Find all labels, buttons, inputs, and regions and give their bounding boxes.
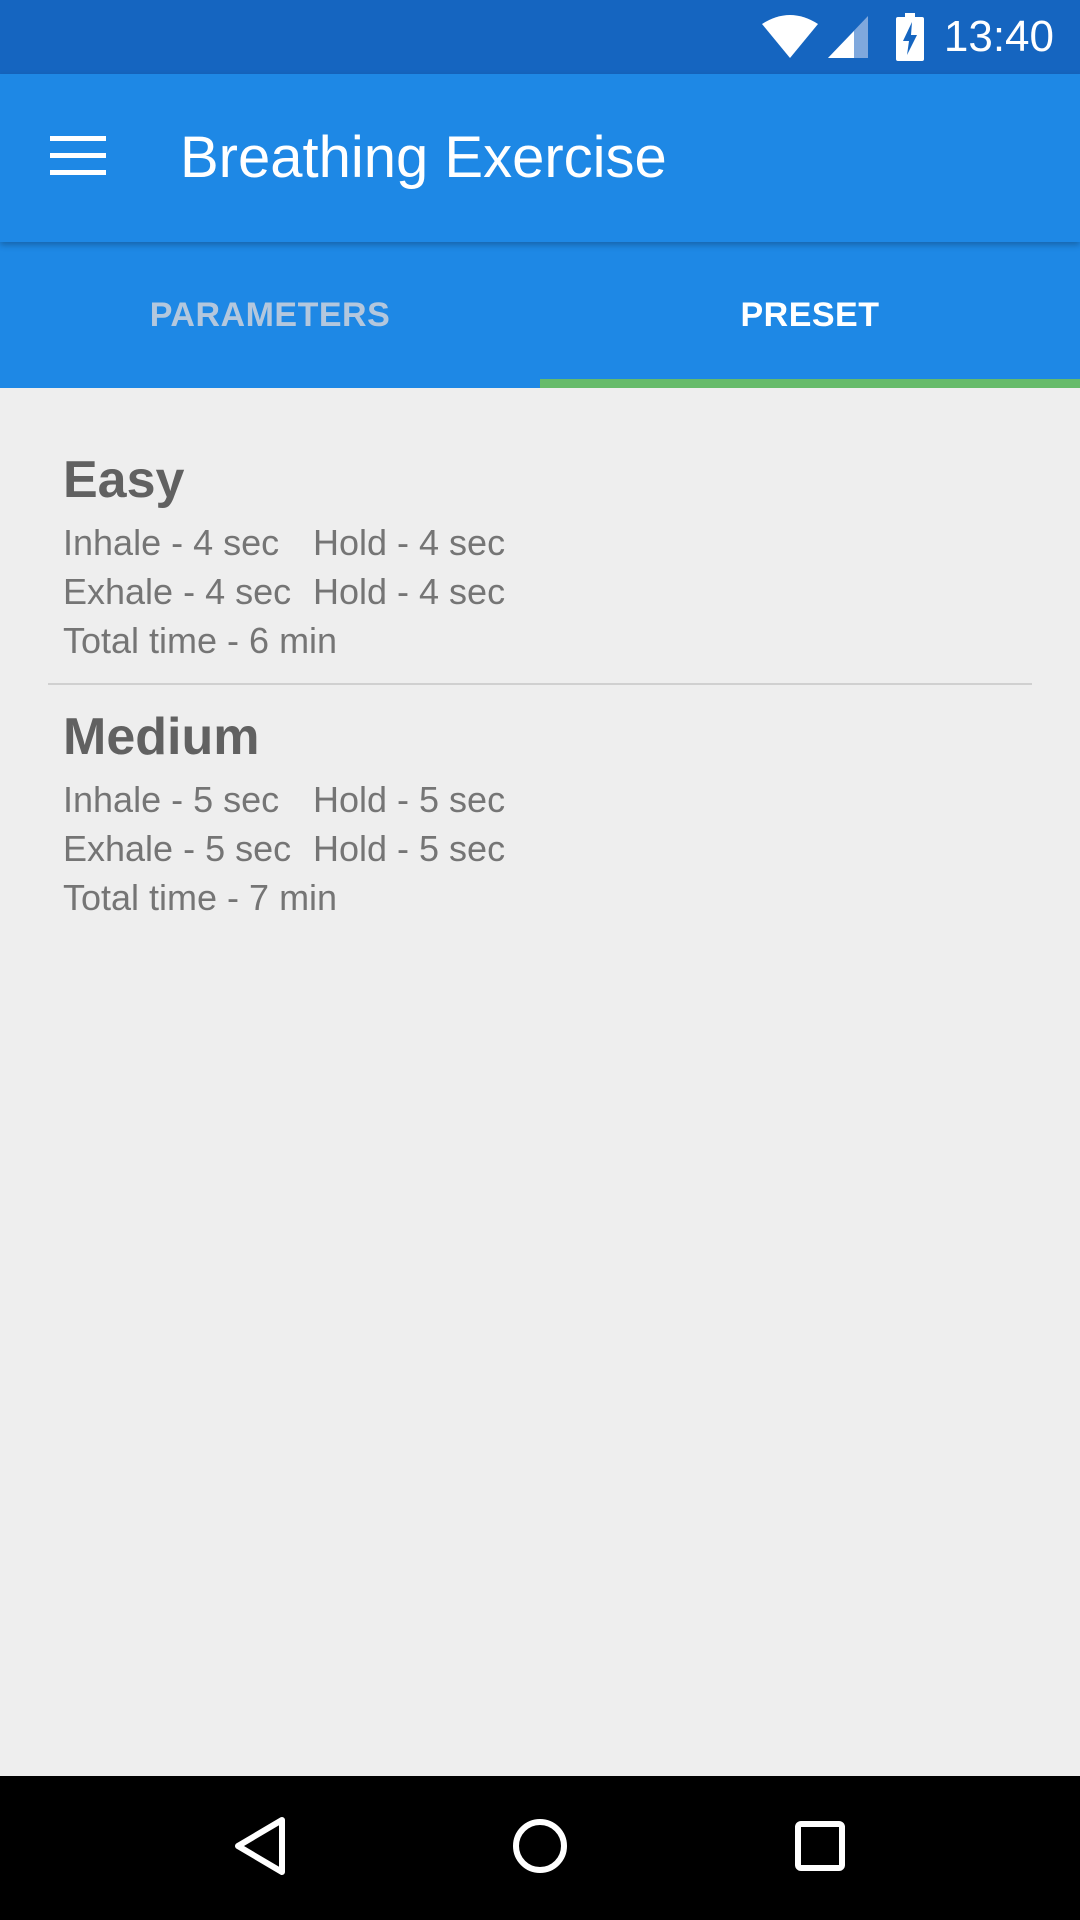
preset-row-inhale: Inhale - 5 sec Hold - 5 sec [63,775,1032,824]
wifi-icon [760,14,820,60]
preset-list: Easy Inhale - 4 sec Hold - 4 sec Exhale … [48,436,1032,940]
preset-content: Easy Inhale - 4 sec Hold - 4 sec Exhale … [0,388,1080,1776]
exhale-value: Exhale - 5 sec [63,828,292,869]
inhale-value: Inhale - 4 sec [63,522,280,563]
preset-name: Easy [63,451,185,509]
preset-total-time: Total time - 6 min [63,616,1032,665]
status-icons: 13:40 [760,0,1054,74]
recents-button[interactable] [760,1788,880,1908]
navigation-bar [0,1776,1080,1920]
hold-value: Hold - 5 sec [313,828,506,869]
inhale-value: Inhale - 5 sec [63,779,280,820]
exhale-value: Exhale - 4 sec [63,571,292,612]
preset-item-medium[interactable]: Medium Inhale - 5 sec Hold - 5 sec Exhal… [48,683,1032,940]
preset-row-exhale: Exhale - 5 sec Hold - 5 sec [63,824,1032,873]
total-time-value: Total time - 6 min [63,620,338,661]
battery-charging-icon [895,13,924,61]
hold-value: Hold - 5 sec [313,779,506,820]
back-button[interactable] [200,1788,320,1908]
cell-signal-icon [826,14,870,60]
preset-total-time: Total time - 7 min [63,873,1032,922]
hamburger-menu-icon [50,135,106,181]
status-bar: 13:40 [0,0,1080,74]
preset-item-easy[interactable]: Easy Inhale - 4 sec Hold - 4 sec Exhale … [48,436,1032,683]
preset-row-exhale: Exhale - 4 sec Hold - 4 sec [63,567,1032,616]
hold-value: Hold - 4 sec [313,522,506,563]
app-bar: Breathing Exercise [0,74,1080,242]
hold-value: Hold - 4 sec [313,571,506,612]
home-icon [511,1817,569,1880]
recents-icon [794,1820,846,1877]
tab-preset[interactable]: PRESET [540,242,1080,388]
app-title: Breathing Exercise [180,125,667,190]
status-time: 13:40 [943,12,1054,61]
back-icon [232,1816,288,1881]
total-time-value: Total time - 7 min [63,877,338,918]
preset-name: Medium [63,708,260,766]
tab-bar: PARAMETERS PRESET [0,242,1080,388]
tab-parameters[interactable]: PARAMETERS [0,242,540,388]
home-button[interactable] [480,1788,600,1908]
menu-button[interactable] [28,108,128,208]
preset-row-inhale: Inhale - 4 sec Hold - 4 sec [63,518,1032,567]
